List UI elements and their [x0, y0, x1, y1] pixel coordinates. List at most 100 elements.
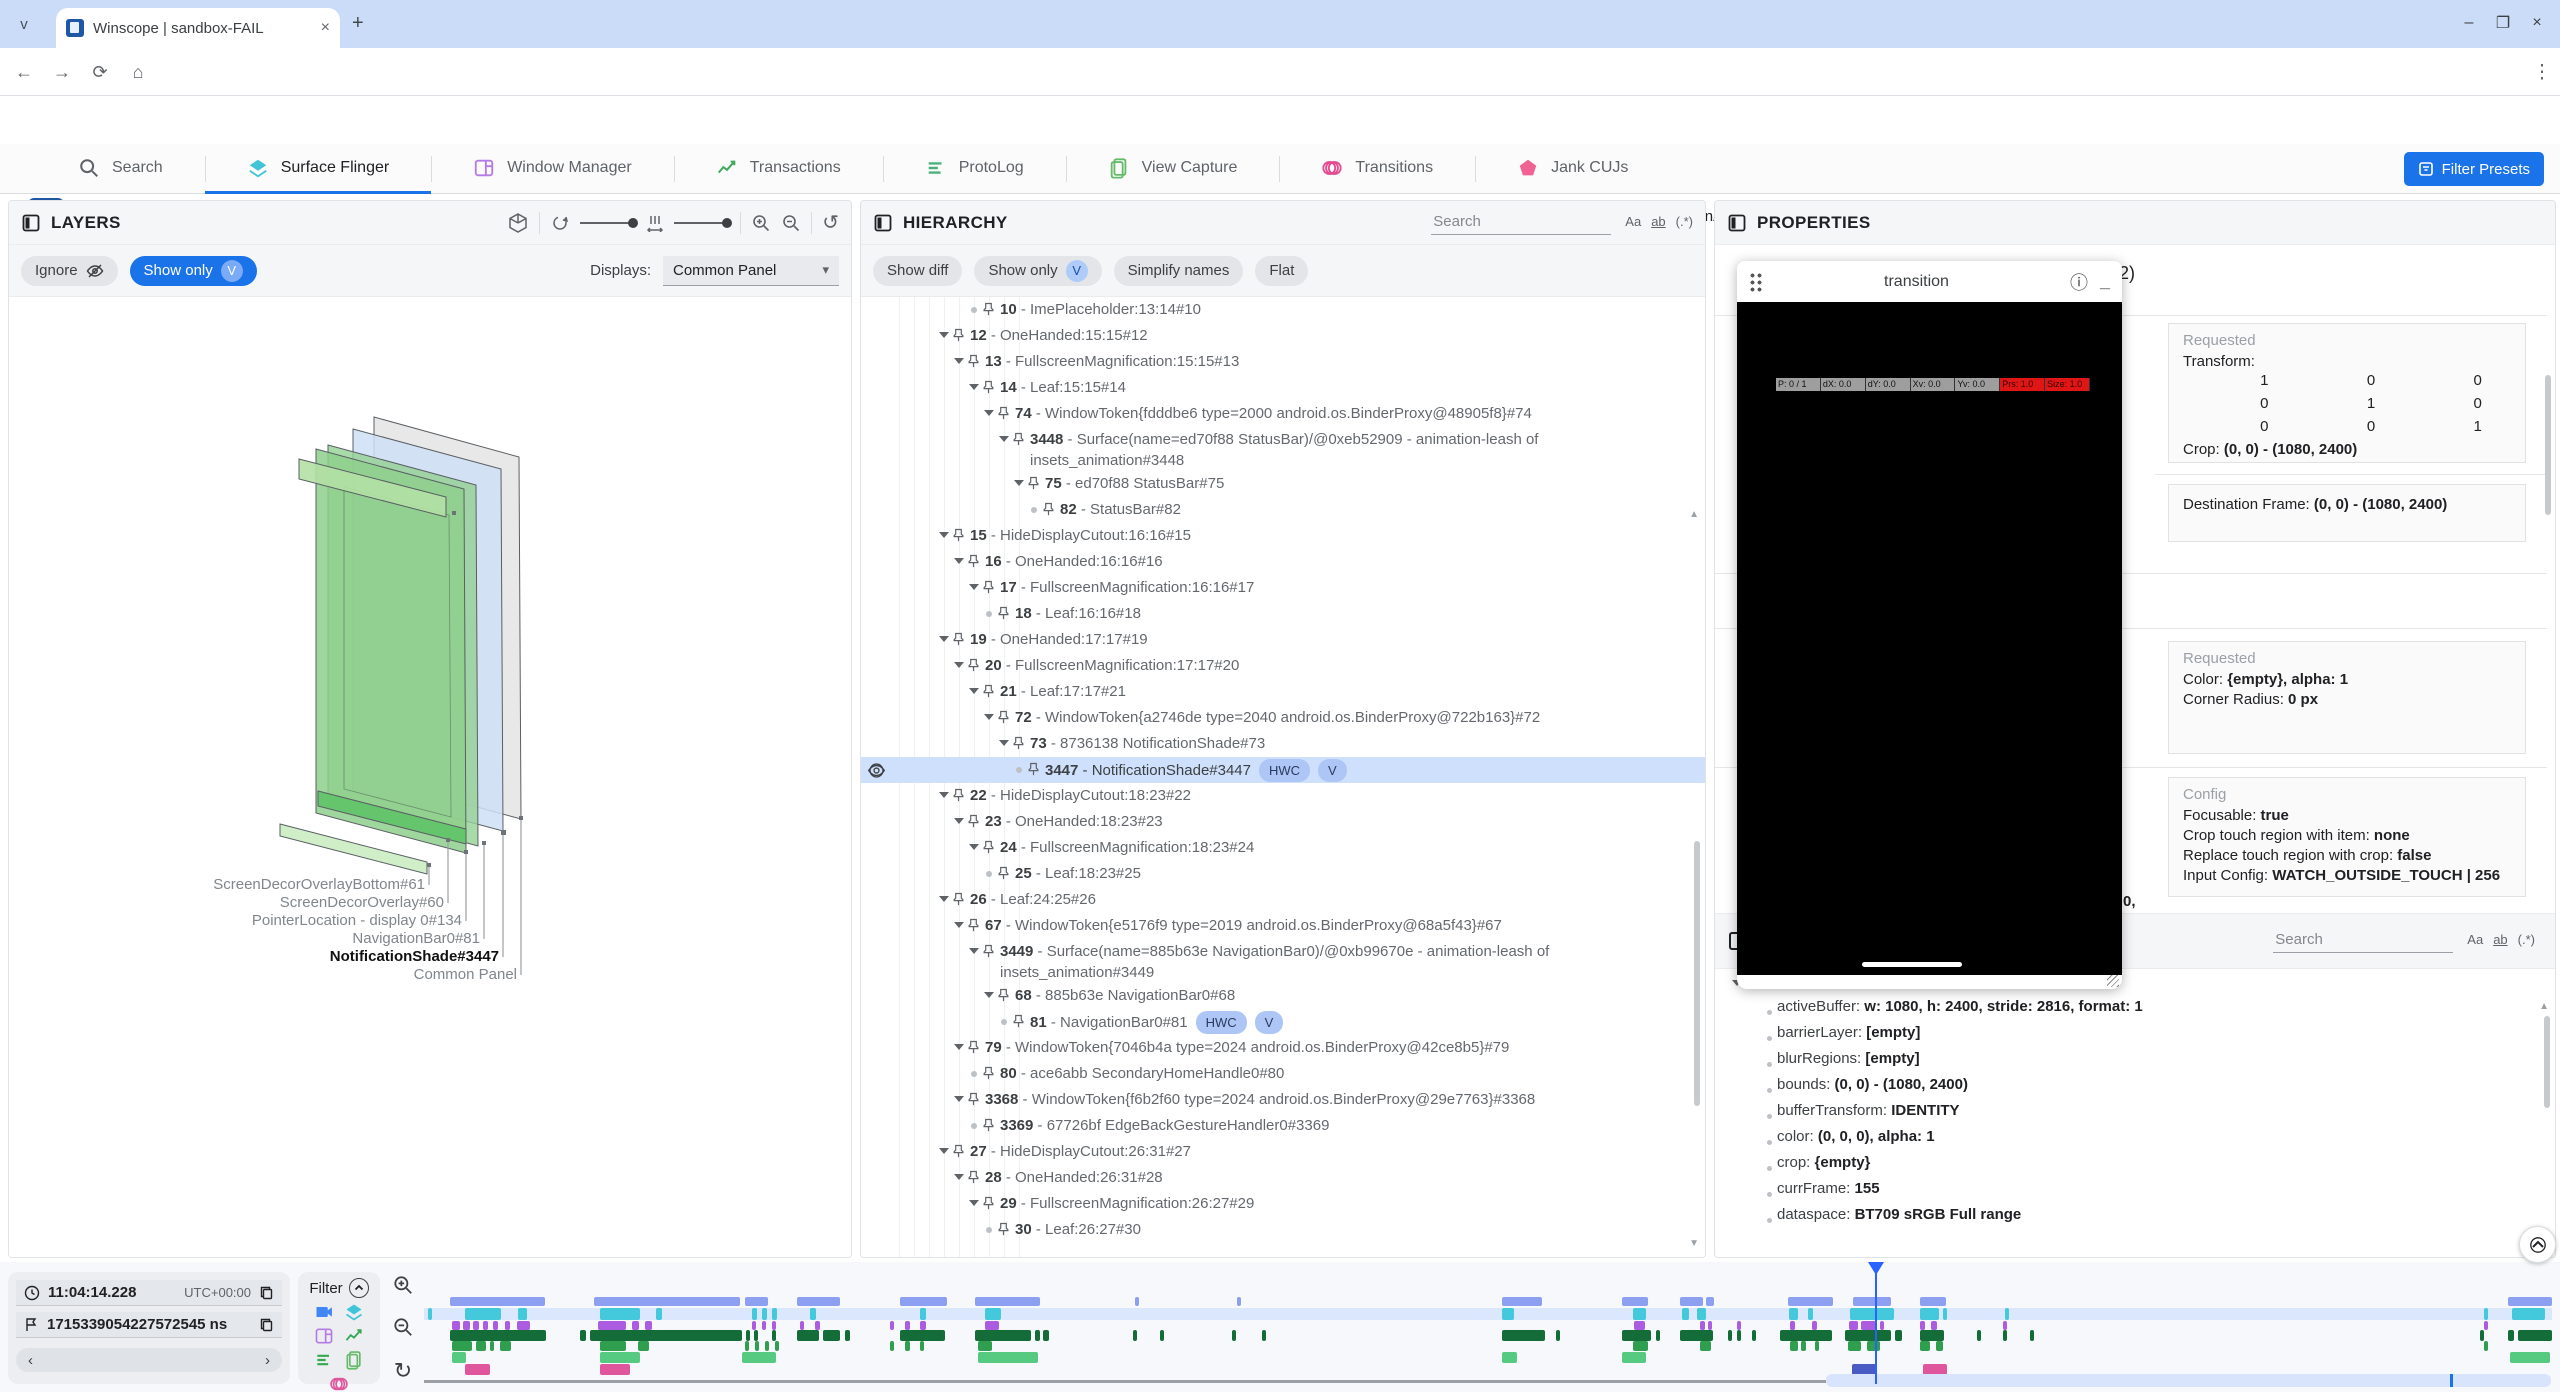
collapse-panel-icon[interactable] — [21, 213, 41, 233]
timeline-segment-protolog[interactable] — [476, 1341, 486, 1351]
pin-icon[interactable] — [997, 863, 1015, 881]
timeline-segment-protolog[interactable] — [890, 1341, 894, 1351]
timeline-segment-surface-flinger[interactable] — [1682, 1308, 1689, 1320]
hierarchy-node-3449[interactable]: 3449 - Surface(name=885b63e NavigationBa… — [861, 939, 1705, 983]
timeline-segment-transactions[interactable] — [746, 1330, 750, 1341]
timeline-segment-transactions[interactable] — [2030, 1330, 2034, 1341]
expand-caret-icon[interactable] — [966, 377, 982, 390]
expand-caret-icon[interactable] — [936, 525, 952, 538]
timeline-segment-transactions[interactable] — [1845, 1330, 1891, 1341]
match-word-icon[interactable]: ab — [2493, 932, 2507, 947]
flat-chip[interactable]: Flat — [1255, 256, 1308, 286]
pin-icon[interactable] — [982, 299, 1000, 317]
drag-handle-icon[interactable] — [1749, 272, 1763, 292]
pin-icon[interactable] — [967, 811, 985, 829]
hierarchy-node-30[interactable]: 30 - Leaf:26:27#30 — [861, 1217, 1705, 1243]
timeline-segment-transactions[interactable] — [1920, 1330, 1944, 1341]
timeline-segment-surface-flinger[interactable] — [752, 1308, 757, 1320]
timeline-segment-protolog[interactable] — [490, 1341, 494, 1351]
browser-menu-icon[interactable]: ⋮ — [2528, 58, 2556, 86]
hierarchy-node-19[interactable]: 19 - OneHanded:17:17#19 — [861, 627, 1705, 653]
timeline-segment-transactions[interactable] — [1043, 1330, 1049, 1341]
expand-caret-icon[interactable] — [966, 837, 982, 850]
pin-icon[interactable] — [982, 837, 1000, 855]
timeline-segment-window-manager[interactable] — [772, 1321, 776, 1330]
expand-caret-icon[interactable] — [936, 889, 952, 902]
timeline-segment-transactions[interactable] — [590, 1330, 742, 1341]
hierarchy-node-80[interactable]: 80 - ace6abb SecondaryHomeHandle0#80 — [861, 1061, 1705, 1087]
zoom-in-icon[interactable] — [751, 213, 771, 233]
timeline-segment-protolog[interactable] — [920, 1341, 924, 1351]
minimize-icon[interactable]: – — [2452, 14, 2486, 32]
timeline-segment-window-manager[interactable] — [985, 1321, 999, 1330]
expand-caret-icon[interactable] — [966, 577, 982, 590]
timeline-segment-surface-flinger[interactable] — [656, 1308, 662, 1320]
timeline-segment-screen-recording[interactable] — [900, 1297, 947, 1306]
hierarchy-node-75[interactable]: 75 - ed70f88 StatusBar#75 — [861, 471, 1705, 497]
timeline-segment-screen-recording[interactable] — [1135, 1297, 1139, 1306]
timeline-segment-window-manager[interactable] — [1708, 1321, 1712, 1330]
3d-view-icon[interactable] — [507, 212, 529, 234]
timeline-segment-view-capture[interactable] — [452, 1352, 466, 1363]
timeline-segment-window-manager[interactable] — [800, 1321, 804, 1330]
pin-icon[interactable] — [1042, 499, 1060, 517]
hierarchy-node-3448[interactable]: 3448 - Surface(name=ed70f88 StatusBar)/@… — [861, 427, 1705, 471]
timeline-segment-transactions[interactable] — [1752, 1330, 1756, 1341]
copy-icon[interactable] — [259, 1317, 274, 1332]
pin-icon[interactable] — [1027, 473, 1045, 491]
show-diff-chip[interactable]: Show diff — [873, 256, 962, 286]
timeline-segment-screen-recording[interactable] — [1920, 1297, 1946, 1306]
tab-search[interactable]: Search — [36, 144, 205, 194]
collapse-panel-icon[interactable] — [873, 213, 893, 233]
timeline-segment-protolog[interactable] — [978, 1341, 992, 1351]
expand-caret-icon[interactable] — [951, 1167, 967, 1180]
timeline-segment-window-manager[interactable] — [1861, 1321, 1876, 1330]
layer-label-3[interactable]: PointerLocation - display 0#134 — [252, 912, 462, 929]
timeline-segment-surface-flinger[interactable] — [1633, 1308, 1646, 1320]
timeline-segment-screen-recording[interactable] — [594, 1297, 740, 1306]
transition-overlay-card[interactable]: transition ⓘ _ P: 0 / 1dX: 0.0dY: 0.0Xv:… — [1737, 261, 2122, 989]
hierarchy-node-22[interactable]: 22 - HideDisplayCutout:18:23#22 — [861, 783, 1705, 809]
timeline-segment-surface-flinger[interactable] — [1850, 1308, 1894, 1320]
timeline-segment-screen-recording[interactable] — [1788, 1297, 1833, 1306]
filter-spiral-icon[interactable] — [329, 1374, 349, 1392]
info-icon[interactable]: ⓘ — [2070, 269, 2088, 295]
pin-icon[interactable] — [967, 551, 985, 569]
timeline-segment-screen-recording[interactable] — [1680, 1297, 1703, 1306]
timeline-segment-transactions[interactable] — [1133, 1330, 1137, 1341]
timeline-segment-transactions[interactable] — [900, 1330, 945, 1341]
next-frame-icon[interactable]: › — [265, 1352, 270, 1369]
pin-icon[interactable] — [952, 325, 970, 343]
timeline-segment-window-manager[interactable] — [517, 1321, 530, 1330]
timeline-segment-surface-flinger[interactable] — [518, 1308, 527, 1320]
timeline-segment-transactions[interactable] — [450, 1330, 546, 1341]
tab-close-icon[interactable]: × — [321, 19, 330, 37]
timeline-zoom-out-icon[interactable] — [392, 1316, 414, 1338]
timeline-segment-transactions[interactable] — [975, 1330, 1031, 1341]
timeline-segment-view-capture[interactable] — [2510, 1352, 2550, 1363]
timeline-segment-protolog[interactable] — [1920, 1341, 1930, 1351]
timeline-segment-screen-recording[interactable] — [1622, 1297, 1648, 1306]
expand-caret-icon[interactable] — [966, 1193, 982, 1206]
timeline-segment-protolog[interactable] — [755, 1341, 759, 1351]
timeline-segment-surface-flinger[interactable] — [1808, 1308, 1813, 1320]
property-blurRegions[interactable]: blurRegions: [empty] — [1715, 1047, 2555, 1073]
timeline-segment-transactions[interactable] — [1502, 1330, 1545, 1341]
timeline-segment-view-capture[interactable] — [1502, 1352, 1517, 1363]
timeline-segment-surface-flinger[interactable] — [428, 1308, 432, 1320]
pin-icon[interactable] — [967, 1089, 985, 1107]
timeline-segment-window-manager[interactable] — [505, 1321, 510, 1330]
timeline-segment-window-manager[interactable] — [1634, 1321, 1645, 1330]
timeline-segment-screen-recording[interactable] — [1502, 1297, 1542, 1306]
expand-caret-icon[interactable] — [951, 551, 967, 564]
timeline-segment-view-capture[interactable] — [600, 1352, 640, 1363]
timeline-segment-protolog[interactable] — [1700, 1341, 1711, 1351]
hierarchy-node-16[interactable]: 16 - OneHanded:16:16#16 — [861, 549, 1705, 575]
layers-3d-view[interactable]: ScreenDecorOverlayBottom#61ScreenDecorOv… — [9, 297, 851, 1258]
timeline-segment-surface-flinger[interactable] — [1789, 1308, 1798, 1320]
timeline-segment-transactions[interactable] — [1780, 1330, 1832, 1341]
properties-scrollbar[interactable] — [2545, 375, 2551, 515]
hierarchy-node-3447[interactable]: 3447 - NotificationShade#3447HWCV — [861, 757, 1705, 783]
hierarchy-node-27[interactable]: 27 - HideDisplayCutout:26:31#27 — [861, 1139, 1705, 1165]
timeline-segment-transactions[interactable] — [1622, 1330, 1651, 1341]
